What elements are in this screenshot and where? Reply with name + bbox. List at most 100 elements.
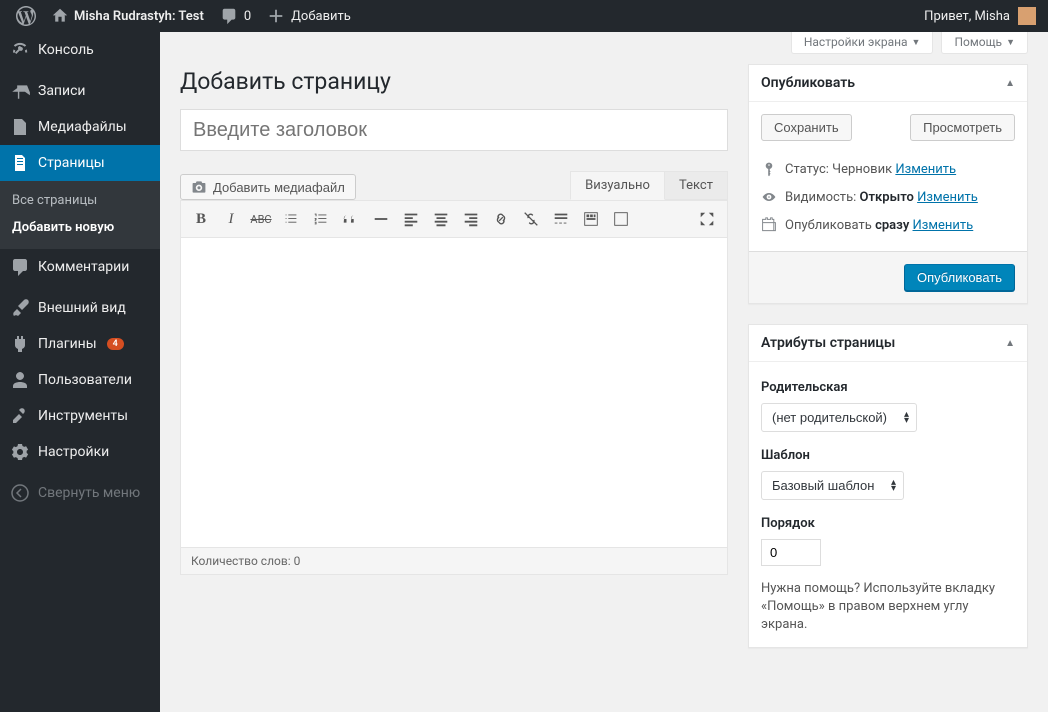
menu-settings[interactable]: Настройки bbox=[0, 434, 160, 470]
home-icon bbox=[52, 8, 68, 24]
publish-box: Опубликовать ▲ Сохранить Просмотреть Ста… bbox=[748, 64, 1028, 304]
publish-button[interactable]: Опубликовать bbox=[904, 264, 1015, 291]
quote-button[interactable] bbox=[337, 205, 365, 233]
post-title-input[interactable] bbox=[180, 109, 728, 151]
submenu-pages: Все страницы Добавить новую bbox=[0, 181, 160, 249]
menu-appearance[interactable]: Внешний вид bbox=[0, 290, 160, 326]
menu-dashboard[interactable]: Консоль bbox=[0, 32, 160, 68]
menu-label: Свернуть меню bbox=[38, 485, 140, 501]
add-new-label: Добавить bbox=[291, 9, 351, 24]
edit-visibility-link[interactable]: Изменить bbox=[917, 190, 978, 205]
editor-toolbar: B I ABC bbox=[180, 200, 728, 238]
new-content-link[interactable]: Добавить bbox=[259, 0, 359, 32]
menu-label: Записи bbox=[38, 83, 86, 99]
visibility-line: Видимость: Открыто Изменить bbox=[761, 183, 1015, 211]
box-toggle[interactable]: ▲ bbox=[1005, 338, 1015, 349]
key-icon bbox=[761, 161, 777, 177]
menu-label: Медиафайлы bbox=[38, 119, 127, 135]
save-draft-button[interactable]: Сохранить bbox=[761, 114, 852, 141]
content-editor[interactable] bbox=[180, 238, 728, 548]
tab-visual[interactable]: Визуально bbox=[570, 171, 665, 200]
toolbar-toggle-button[interactable] bbox=[577, 205, 605, 233]
menu-comments[interactable]: Комментарии bbox=[0, 249, 160, 285]
menu-label: Инструменты bbox=[38, 408, 128, 424]
camera-icon bbox=[191, 179, 207, 195]
content-area: Настройки экрана▼ Помощь▼ Добавить стран… bbox=[160, 32, 1048, 712]
page-attributes-box: Атрибуты страницы ▲ Родительская (нет ро… bbox=[748, 324, 1028, 648]
tools-icon bbox=[10, 406, 30, 426]
help-text: Нужна помощь? Используйте вкладку «Помощ… bbox=[761, 580, 1015, 635]
pin-icon bbox=[10, 81, 30, 101]
strike-button[interactable]: ABC bbox=[247, 205, 275, 233]
edit-schedule-link[interactable]: Изменить bbox=[913, 218, 974, 233]
comment-count: 0 bbox=[244, 9, 251, 24]
preview-button[interactable]: Просмотреть bbox=[910, 114, 1015, 141]
menu-plugins[interactable]: Плагины 4 bbox=[0, 326, 160, 362]
update-badge: 4 bbox=[107, 338, 124, 350]
comment-icon bbox=[220, 7, 238, 25]
menu-media[interactable]: Медиафайлы bbox=[0, 109, 160, 145]
menu-posts[interactable]: Записи bbox=[0, 73, 160, 109]
add-media-button[interactable]: Добавить медиафайл bbox=[180, 174, 356, 200]
menu-tools[interactable]: Инструменты bbox=[0, 398, 160, 434]
parent-select[interactable]: (нет родительской) bbox=[761, 403, 917, 432]
number-list-button[interactable] bbox=[307, 205, 335, 233]
help-tab[interactable]: Помощь▼ bbox=[941, 32, 1028, 54]
edit-status-link[interactable]: Изменить bbox=[895, 162, 956, 177]
template-select[interactable]: Базовый шаблон bbox=[761, 471, 904, 500]
publish-box-title: Опубликовать bbox=[761, 75, 855, 91]
more-button[interactable] bbox=[547, 205, 575, 233]
comments-link[interactable]: 0 bbox=[212, 0, 259, 32]
template-label: Шаблон bbox=[761, 448, 1015, 463]
parent-label: Родительская bbox=[761, 380, 1015, 395]
submenu-add-page[interactable]: Добавить новую bbox=[0, 214, 160, 241]
plugin-icon bbox=[10, 334, 30, 354]
order-label: Порядок bbox=[761, 516, 1015, 531]
box-toggle[interactable]: ▲ bbox=[1005, 78, 1015, 89]
menu-label: Страницы bbox=[38, 155, 105, 171]
link-button[interactable] bbox=[487, 205, 515, 233]
collapse-icon bbox=[10, 483, 30, 503]
menu-collapse[interactable]: Свернуть меню bbox=[0, 475, 160, 511]
italic-button[interactable]: I bbox=[217, 205, 245, 233]
attributes-box-title: Атрибуты страницы bbox=[761, 335, 895, 351]
dashboard-icon bbox=[10, 40, 30, 60]
admin-menu: Консоль Записи Медиафайлы Страницы Все с… bbox=[0, 32, 160, 712]
screen-options-tab[interactable]: Настройки экрана▼ bbox=[791, 32, 934, 54]
tab-text[interactable]: Текст bbox=[665, 171, 728, 200]
greeting[interactable]: Привет, Misha bbox=[924, 9, 1010, 24]
insert-button[interactable] bbox=[607, 205, 635, 233]
align-right-button[interactable] bbox=[457, 205, 485, 233]
hr-button[interactable] bbox=[367, 205, 395, 233]
wp-logo[interactable] bbox=[8, 0, 44, 32]
chevron-down-icon: ▼ bbox=[1006, 37, 1015, 48]
fullscreen-button[interactable] bbox=[693, 205, 721, 233]
site-name-link[interactable]: Misha Rudrastyh: Test bbox=[44, 0, 212, 32]
calendar-icon bbox=[761, 217, 777, 233]
chevron-down-icon: ▼ bbox=[912, 37, 921, 48]
brush-icon bbox=[10, 298, 30, 318]
avatar[interactable] bbox=[1018, 7, 1036, 25]
order-input[interactable] bbox=[761, 539, 821, 566]
page-title: Добавить страницу bbox=[180, 68, 728, 95]
site-title: Misha Rudrastyh: Test bbox=[74, 9, 204, 24]
comment-icon bbox=[10, 257, 30, 277]
menu-label: Консоль bbox=[38, 42, 94, 58]
submenu-all-pages[interactable]: Все страницы bbox=[0, 187, 160, 214]
align-center-button[interactable] bbox=[427, 205, 455, 233]
schedule-line: Опубликовать сразу Изменить bbox=[761, 211, 1015, 239]
menu-label: Плагины bbox=[38, 336, 97, 352]
align-left-button[interactable] bbox=[397, 205, 425, 233]
eye-icon bbox=[761, 189, 777, 205]
bullet-list-button[interactable] bbox=[277, 205, 305, 233]
media-icon bbox=[10, 117, 30, 137]
menu-users[interactable]: Пользователи bbox=[0, 362, 160, 398]
admin-bar: Misha Rudrastyh: Test 0 Добавить Привет,… bbox=[0, 0, 1048, 32]
menu-label: Настройки bbox=[38, 444, 109, 460]
wordpress-icon bbox=[16, 6, 36, 26]
menu-label: Пользователи bbox=[38, 372, 132, 388]
status-line: Статус: Черновик Изменить bbox=[761, 155, 1015, 183]
bold-button[interactable]: B bbox=[187, 205, 215, 233]
unlink-button[interactable] bbox=[517, 205, 545, 233]
menu-pages[interactable]: Страницы bbox=[0, 145, 160, 181]
